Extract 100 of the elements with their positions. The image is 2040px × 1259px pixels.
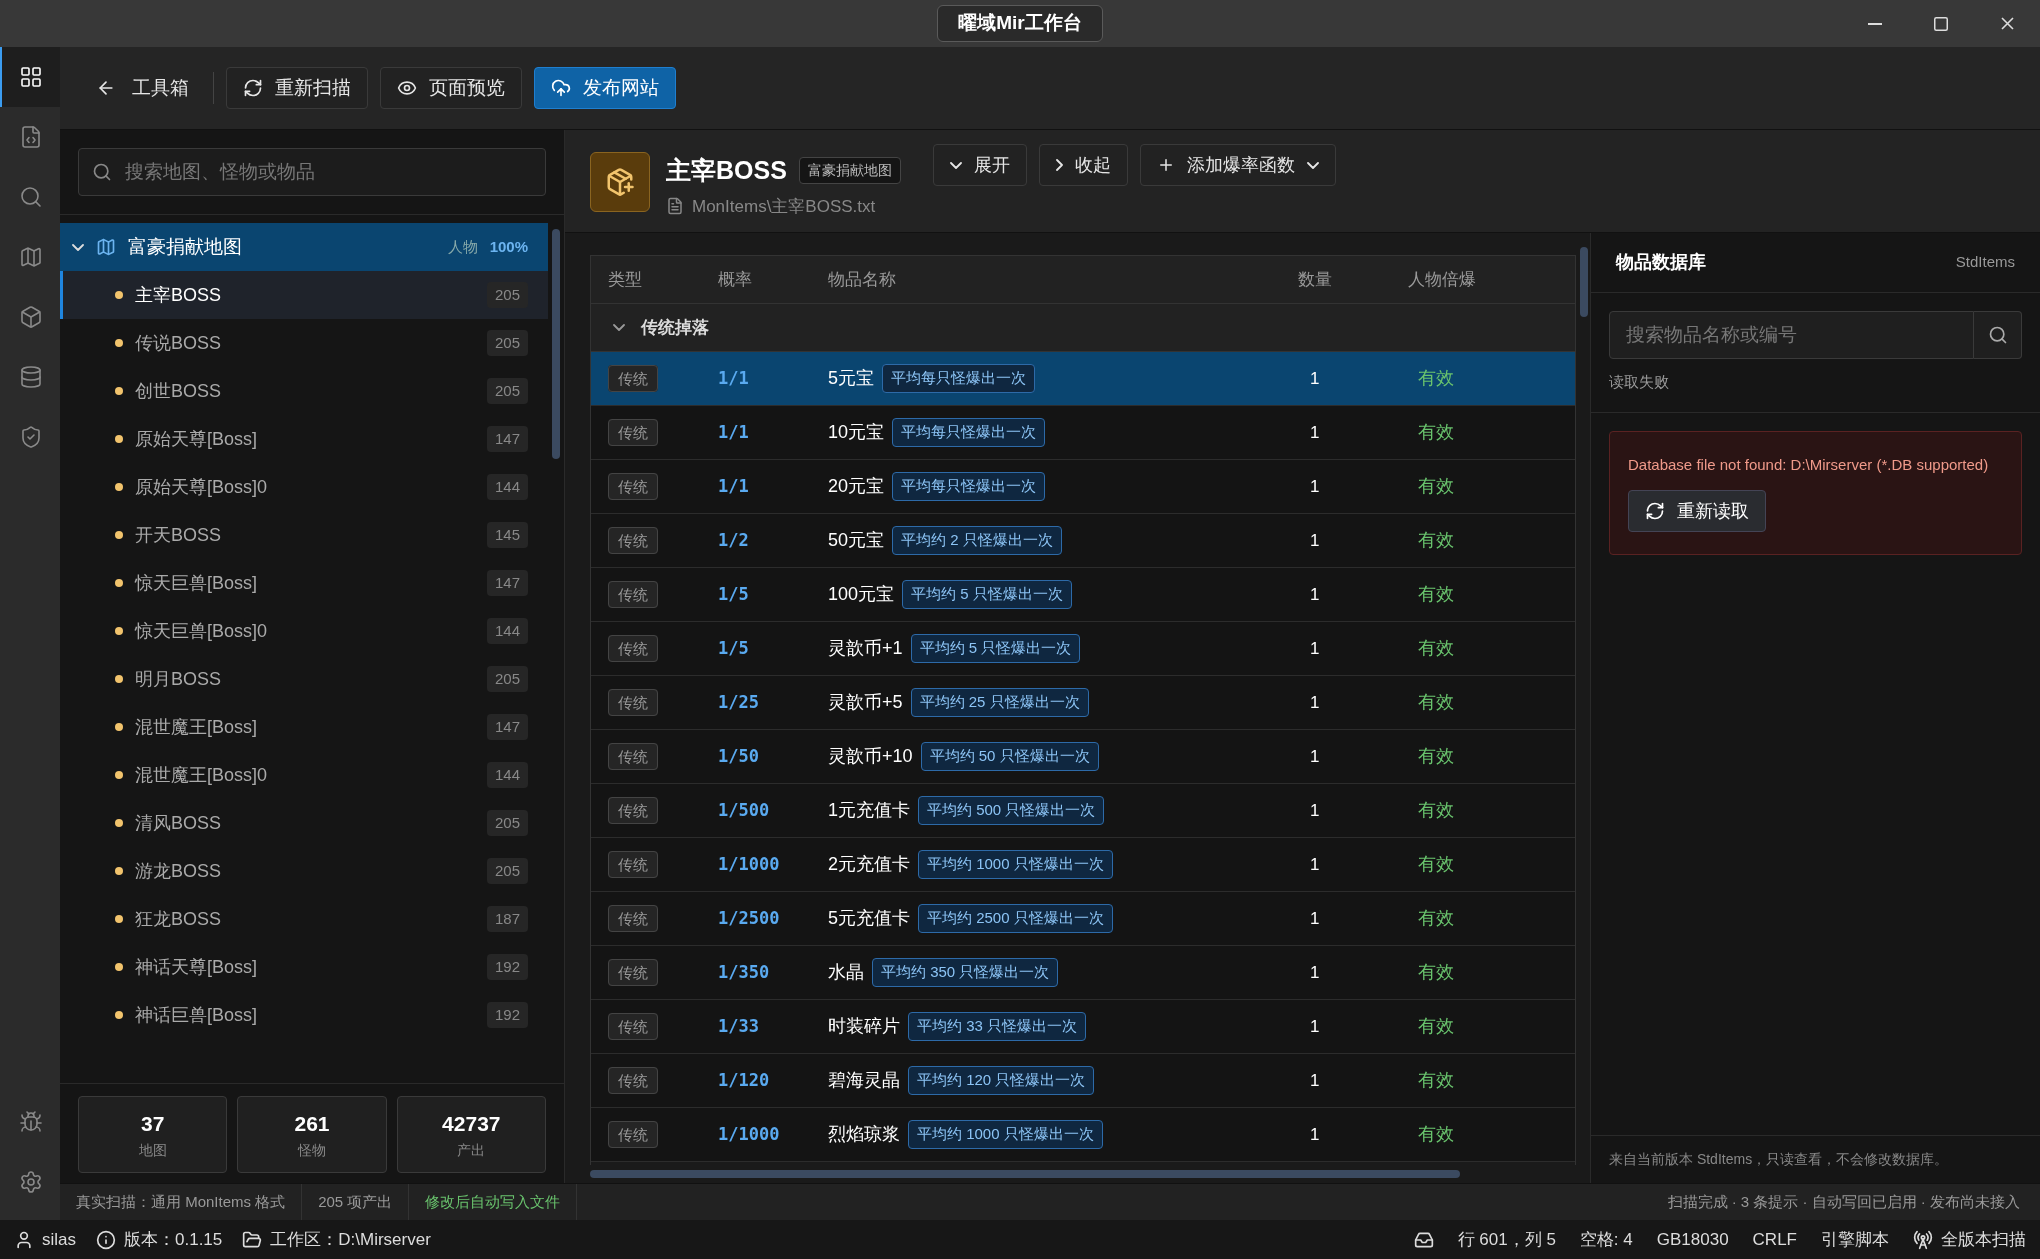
quantity-cell-text: 1: [1309, 367, 1321, 390]
status-text: 读取失败: [1609, 372, 1670, 392]
refresh-icon: [243, 78, 263, 98]
table-row[interactable]: 传统 1/350 水晶 平均约 350 只怪爆出一次 1 有效: [591, 946, 1575, 1000]
type-tag: 传统: [608, 634, 658, 662]
cursor-position[interactable]: 行 601，列 5: [1457, 1226, 1556, 1253]
item-name: 水晶: [828, 961, 864, 984]
toolbar-button[interactable]: 发布网站: [534, 67, 676, 109]
count-badge: 144: [486, 617, 528, 645]
language-mode[interactable]: 引擎脚本: [1821, 1226, 1889, 1253]
panel-title: 物品数据库: [1616, 251, 1706, 274]
item-search-field[interactable]: 搜索物品名称或编号: [1609, 311, 1974, 359]
hint-tag: 平均约 50 只怪爆出一次: [920, 742, 1099, 771]
line-ending-setting[interactable]: CRLF: [1752, 1226, 1797, 1253]
count-badge: 205: [486, 809, 528, 837]
version-label: 版本：0.1.15: [124, 1228, 223, 1251]
quantity-cell-text: 1: [1309, 475, 1321, 498]
tree-item[interactable]: 原始天尊[Boss] 147: [60, 415, 548, 463]
tree-item[interactable]: 开天BOSS 145: [60, 511, 548, 559]
rate-cell-text: 1/350: [718, 960, 771, 984]
stat-label: 怪物: [298, 1140, 326, 1160]
table-row[interactable]: 传统 1/120 碧海灵晶 平均约 120 只怪爆出一次 1 有效: [591, 1054, 1575, 1108]
tree-item[interactable]: 神话天尊[Boss] 192: [60, 943, 548, 991]
search-button[interactable]: [1974, 311, 2022, 359]
toolbar-button[interactable]: 收起: [1038, 144, 1128, 186]
rate-cell-text: 1/25: [718, 690, 760, 714]
tree-group-row[interactable]: 富豪捐献地图 人物 100%: [60, 223, 548, 271]
search-field[interactable]: 搜索地图、怪物或物品: [78, 148, 546, 196]
file-code-icon: [19, 125, 43, 149]
quantity-cell-text: 1: [1309, 583, 1321, 606]
hint-tag: 平均约 5 只怪爆出一次: [910, 634, 1081, 663]
table-row[interactable]: 传统 1/5 灵歆币+1 平均约 5 只怪爆出一次 1 有效: [591, 622, 1575, 676]
bonus-cell-text: 有效: [1417, 421, 1455, 444]
tree-item[interactable]: 神话巨兽[Boss] 192: [60, 991, 548, 1039]
indent-setting[interactable]: 空格: 4: [1579, 1226, 1633, 1253]
type-tag: 传统: [608, 1012, 658, 1040]
cloud-upload-icon: [551, 78, 571, 98]
retry-button[interactable]: 重新读取: [1628, 490, 1766, 532]
count-badge: 144: [486, 761, 528, 789]
table-row[interactable]: 传统 1/2500 5元充值卡 平均约 2500 只怪爆出一次 1 有效: [591, 892, 1575, 946]
toolbar-button[interactable]: 重新扫描: [226, 67, 368, 109]
meta-label: 人物: [447, 236, 478, 257]
table-row[interactable]: 传统 1/33 时装碎片 平均约 33 只怪爆出一次 1 有效: [591, 1000, 1575, 1054]
item-name: 100元宝: [828, 583, 895, 606]
bonus-cell-text: 有效: [1417, 367, 1455, 390]
encoding-setting[interactable]: GB18030: [1656, 1226, 1729, 1253]
tree-item[interactable]: 惊天巨兽[Boss] 147: [60, 559, 548, 607]
shield-check-icon: [19, 425, 43, 449]
rate-cell-text: 1/1: [718, 366, 750, 390]
group-row[interactable]: 传统掉落: [591, 304, 1575, 352]
table-row[interactable]: 传统 1/500 1元充值卡 平均约 500 只怪爆出一次 1 有效: [591, 784, 1575, 838]
table-row[interactable]: 传统 1/2 50元宝 平均约 2 只怪爆出一次 1 有效: [591, 514, 1575, 568]
back-button[interactable]: 工具箱: [84, 67, 201, 109]
toolbar-button[interactable]: 添加爆率函数: [1139, 144, 1336, 186]
tree-item[interactable]: 创世BOSS 205: [60, 367, 548, 415]
tree-item[interactable]: 主宰BOSS 205: [60, 271, 548, 319]
tree-item[interactable]: 明月BOSS 205: [60, 655, 548, 703]
table-row[interactable]: 传统 1/50 灵歆币+10 平均约 50 只怪爆出一次 1 有效: [591, 730, 1575, 784]
table-row[interactable]: 传统 1/1000 2元充值卡 平均约 1000 只怪爆出一次 1 有效: [591, 838, 1575, 892]
type-tag: 传统: [608, 1120, 658, 1148]
table-row[interactable]: 传统 1/25 灵歆币+5 平均约 25 只怪爆出一次 1 有效: [591, 676, 1575, 730]
table-row[interactable]: 传统 1/1 5元宝 平均每只怪爆出一次 1 有效: [591, 352, 1575, 406]
table-row[interactable]: 传统 1/1 20元宝 平均每只怪爆出一次 1 有效: [591, 460, 1575, 514]
tree-item[interactable]: 传说BOSS 205: [60, 319, 548, 367]
type-tag: 传统: [608, 958, 658, 986]
activity-item[interactable]: [0, 47, 60, 107]
tree-item[interactable]: 混世魔王[Boss]0 144: [60, 751, 548, 799]
tree-item[interactable]: 惊天巨兽[Boss]0 144: [60, 607, 548, 655]
item-name: 20元宝: [828, 475, 885, 498]
user-icon: [14, 1229, 34, 1250]
hint-tag: 平均约 25 只怪爆出一次: [910, 688, 1089, 717]
hint-tag: 平均约 5 只怪爆出一次: [902, 580, 1072, 609]
item-name: 2元充值卡: [828, 853, 910, 876]
count-badge: 147: [486, 425, 528, 453]
database-icon: [19, 365, 43, 389]
type-tag: 传统: [608, 418, 658, 446]
quantity-cell-text: 1: [1309, 691, 1321, 714]
quantity-cell-text: 1: [1309, 745, 1321, 768]
bonus-cell-text: 有效: [1417, 745, 1455, 768]
tree-item[interactable]: 游龙BOSS 205: [60, 847, 548, 895]
meta-value: 100%: [489, 236, 528, 257]
rate-cell-text: 1/5: [718, 636, 750, 660]
map-tag: 富豪捐献地图: [798, 157, 901, 185]
tree-item[interactable]: 狂龙BOSS 187: [60, 895, 548, 943]
tree-item[interactable]: 原始天尊[Boss]0 144: [60, 463, 548, 511]
chevron-down-icon: [613, 324, 625, 331]
toolbar-button[interactable]: 展开: [932, 144, 1027, 186]
tree-item[interactable]: 清风BOSS 205: [60, 799, 548, 847]
file-icon: [666, 197, 684, 216]
type-tag: 传统: [608, 742, 658, 770]
rate-cell-text: 1/1000: [718, 1122, 781, 1146]
type-tag: 传统: [608, 688, 658, 716]
tree-item[interactable]: 混世魔王[Boss] 147: [60, 703, 548, 751]
table-row[interactable]: 传统 1/1000 烈焰琼浆 平均约 1000 只怪爆出一次 1 有效: [591, 1108, 1575, 1162]
table-row[interactable]: 传统 1/5 100元宝 平均约 5 只怪爆出一次 1 有效: [591, 568, 1575, 622]
toolbar-button[interactable]: 页面预览: [380, 67, 522, 109]
folder-icon: [242, 1229, 263, 1250]
table-row[interactable]: 传统 1/1 10元宝 平均每只怪爆出一次 1 有效: [591, 406, 1575, 460]
column-header: 类型: [608, 268, 643, 291]
scan-mode[interactable]: 全版本扫描: [1941, 1226, 2026, 1253]
